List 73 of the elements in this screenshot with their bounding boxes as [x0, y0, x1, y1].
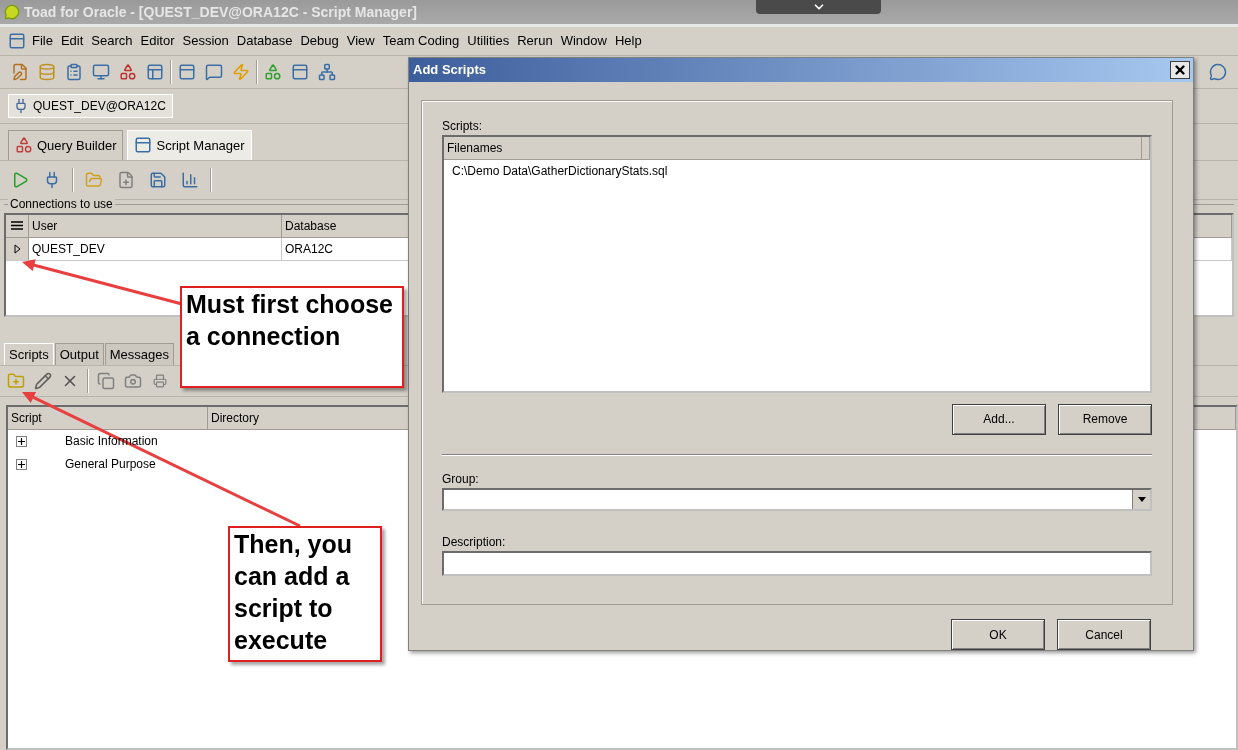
- layout-icon: [146, 62, 164, 81]
- menu-item[interactable]: Session: [180, 31, 231, 51]
- window-title: Toad for Oracle - [QUEST_DEV@ORA12C - Script Manager]: [24, 3, 418, 20]
- field-label: Group:: [442, 471, 480, 486]
- caret-icon: [1137, 496, 1146, 502]
- lightning-icon: [232, 62, 250, 81]
- module-tab[interactable]: Script Manager: [127, 129, 252, 160]
- monitor-icon: [92, 62, 110, 81]
- menu-icon: [11, 221, 23, 231]
- column-header: Script: [8, 406, 208, 429]
- camera-icon: [124, 371, 142, 390]
- column-header: Filenames: [444, 136, 1142, 159]
- menu-item[interactable]: Utilities: [465, 31, 512, 51]
- tab[interactable]: Output: [54, 342, 104, 365]
- shapes-icon: [15, 136, 33, 155]
- connection-tab[interactable]: QUEST_DEV@ORA12C: [8, 93, 173, 118]
- pencil-icon: [34, 371, 52, 390]
- edit-icon: [11, 62, 29, 81]
- tab[interactable]: Messages: [104, 342, 174, 365]
- folder-icon: [85, 170, 103, 189]
- dialog-title: Add Scripts: [413, 62, 486, 78]
- menu-item[interactable]: File: [30, 31, 55, 51]
- add-button[interactable]: Add...: [952, 403, 1046, 435]
- chat-icon: [1209, 62, 1227, 81]
- field-label: Scripts:: [442, 118, 483, 133]
- plug-icon: [13, 97, 29, 114]
- printer-icon: [153, 373, 167, 388]
- chart-icon: [181, 170, 199, 189]
- window-icon: [178, 62, 196, 81]
- menu-item[interactable]: Editor: [138, 31, 177, 51]
- module-tab[interactable]: Query Builder: [8, 129, 124, 160]
- tree-item[interactable]: General Purpose: [65, 457, 156, 472]
- close-icon: [1173, 62, 1187, 77]
- menu-item[interactable]: Database: [234, 31, 295, 51]
- network-icon: [318, 62, 336, 81]
- menu-item[interactable]: Edit: [58, 31, 86, 51]
- close-button[interactable]: [1170, 60, 1190, 79]
- cancel-button[interactable]: Cancel: [1057, 619, 1151, 650]
- play-icon: [11, 170, 29, 189]
- tab[interactable]: Scripts: [4, 342, 54, 365]
- database-icon: [38, 62, 56, 81]
- group-title: Connections to use: [8, 196, 115, 211]
- window-icon: [291, 62, 309, 81]
- shapes-icon: [264, 62, 282, 81]
- table-cell: QUEST_DEV: [29, 237, 282, 260]
- callout: Must first choose a connection: [180, 286, 404, 388]
- menu-item[interactable]: Search: [89, 31, 135, 51]
- shapes-icon: [119, 62, 137, 81]
- group-dropdown[interactable]: [442, 487, 1152, 511]
- column-header: User: [29, 214, 282, 237]
- menu-item[interactable]: Window: [558, 31, 609, 51]
- connection-label: QUEST_DEV@ORA12C: [33, 98, 166, 113]
- menu-item[interactable]: Debug: [298, 31, 341, 51]
- expand-toggle[interactable]: [16, 458, 27, 470]
- callout: Then, you can add a script to execute: [228, 526, 382, 662]
- ok-button[interactable]: OK: [951, 619, 1045, 650]
- window-icon: [8, 31, 26, 50]
- new-file-icon: [117, 170, 135, 189]
- folder-plus-icon: [7, 371, 25, 390]
- field-label: Description:: [442, 534, 507, 549]
- remove-button[interactable]: Remove: [1058, 403, 1152, 435]
- expand-toggle[interactable]: [16, 435, 27, 447]
- clipboard-icon: [65, 62, 83, 81]
- list-item[interactable]: C:\Demo Data\GatherDictionaryStats.sql: [444, 159, 1150, 182]
- copy-icon: [97, 371, 115, 390]
- save-icon: [149, 170, 167, 189]
- menu-item[interactable]: View: [344, 31, 377, 51]
- menu-item[interactable]: Team Coding: [380, 31, 462, 51]
- menu-item[interactable]: Help: [612, 31, 644, 51]
- description-field[interactable]: [442, 550, 1152, 576]
- menu-item[interactable]: Rerun: [515, 31, 555, 51]
- window-icon: [134, 136, 153, 155]
- message-icon: [205, 62, 223, 81]
